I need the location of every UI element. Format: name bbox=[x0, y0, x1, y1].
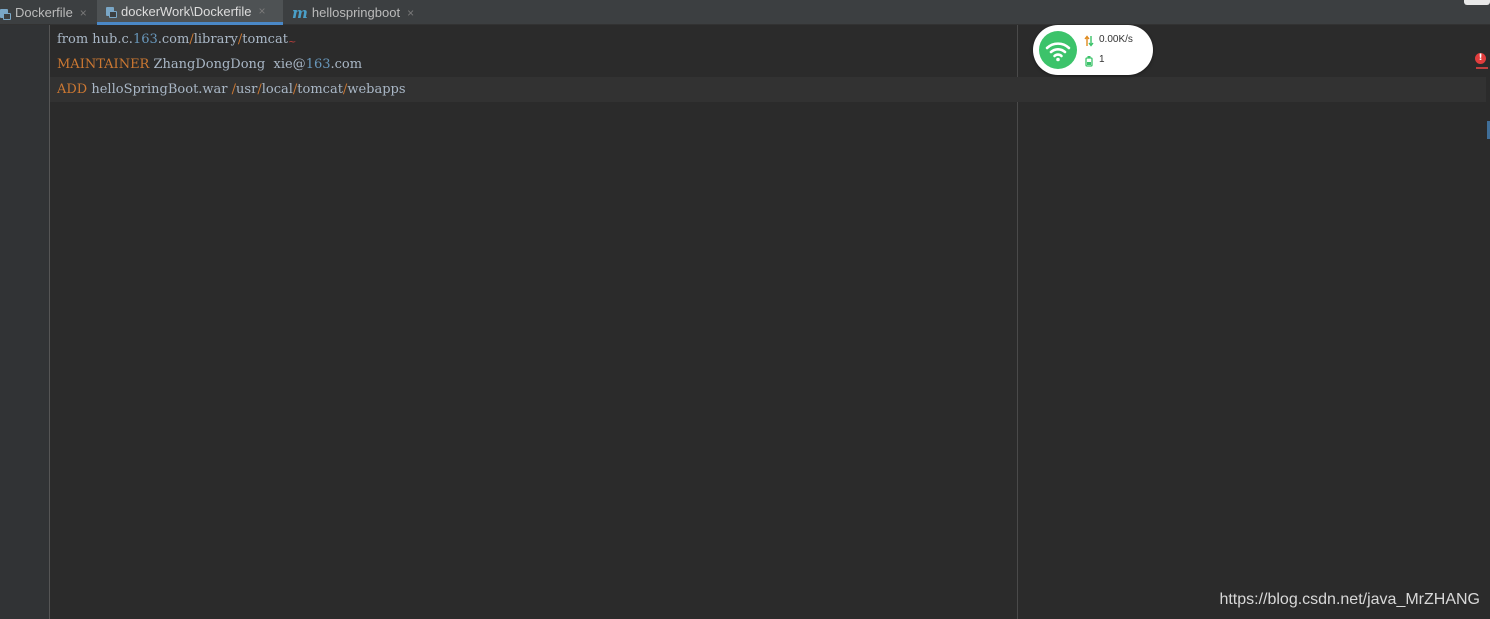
code-token: helloSpringBoot.war bbox=[87, 82, 232, 97]
code-token-keyword: MAINTAINER bbox=[57, 57, 150, 72]
tab-dockerwork-dockerfile[interactable]: dockerWork\Dockerfile × bbox=[97, 0, 283, 25]
close-icon[interactable]: × bbox=[259, 4, 266, 18]
code-line-3[interactable]: ADD helloSpringBoot.war /usr/local/tomca… bbox=[50, 77, 1486, 102]
close-icon[interactable]: × bbox=[80, 6, 87, 20]
connection-count: 1 bbox=[1099, 54, 1105, 65]
code-editor[interactable]: from hub.c.163.com/library/tomcat~ MAINT… bbox=[50, 25, 1490, 619]
code-token: usr bbox=[236, 82, 258, 97]
network-speed: 0.00K/s bbox=[1099, 34, 1133, 45]
watermark-text: https://blog.csdn.net/java_MrZHANG bbox=[1219, 591, 1480, 608]
code-token: from hub.c. bbox=[57, 32, 133, 47]
code-token-keyword: ADD bbox=[57, 82, 88, 97]
code-token: .com bbox=[157, 32, 190, 47]
tab-dockerfile[interactable]: Dockerfile × bbox=[0, 0, 96, 25]
network-speed-row: 0.00K/s bbox=[1084, 34, 1133, 47]
code-token: local bbox=[261, 82, 293, 97]
code-token-number: 163 bbox=[132, 32, 158, 47]
wifi-icon bbox=[1039, 31, 1077, 69]
error-indicator-icon[interactable]: ! bbox=[1475, 53, 1486, 64]
editor-tab-bar: Dockerfile × dockerWork\Dockerfile × m h… bbox=[0, 0, 1490, 25]
error-stripe-mark[interactable] bbox=[1476, 67, 1488, 69]
code-token: ZhangDongDong xie@ bbox=[149, 57, 306, 72]
right-margin-guide bbox=[1017, 25, 1018, 619]
tab-label: Dockerfile bbox=[15, 5, 73, 20]
connection-count-row: 1 bbox=[1084, 54, 1105, 67]
up-down-arrows-icon bbox=[1084, 34, 1094, 47]
dockerfile-file-icon bbox=[0, 7, 11, 20]
code-token: webapps bbox=[347, 82, 406, 97]
device-icon bbox=[1084, 55, 1094, 67]
tab-hellospringboot[interactable]: m hellospringboot × bbox=[285, 0, 427, 25]
code-line-1[interactable]: from hub.c.163.com/library/tomcat~ bbox=[50, 27, 1486, 52]
dockerfile-file-icon bbox=[106, 5, 117, 18]
code-token: library bbox=[193, 32, 238, 47]
code-token: tomcat bbox=[242, 32, 288, 47]
code-token: tomcat bbox=[297, 82, 343, 97]
error-squiggle: ~ bbox=[287, 37, 297, 48]
tab-label: dockerWork\Dockerfile bbox=[121, 3, 252, 19]
code-token: .com bbox=[330, 57, 363, 72]
close-icon[interactable]: × bbox=[407, 6, 414, 20]
code-token-number: 163 bbox=[305, 57, 331, 72]
line-gutter[interactable] bbox=[0, 25, 50, 619]
tab-label: hellospringboot bbox=[311, 5, 401, 20]
window-control-button[interactable] bbox=[1464, 0, 1490, 5]
code-line-2[interactable]: MAINTAINER ZhangDongDong xie@163.com bbox=[50, 52, 1486, 77]
network-monitor-widget[interactable]: 0.00K/s 1 bbox=[1033, 25, 1153, 75]
maven-m-icon: m bbox=[292, 3, 308, 22]
